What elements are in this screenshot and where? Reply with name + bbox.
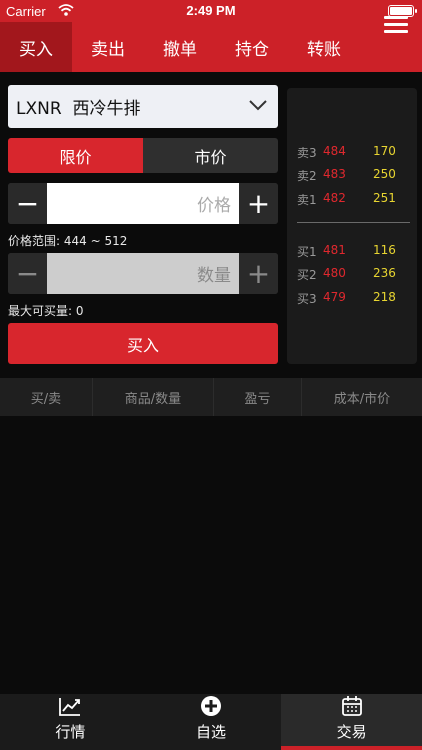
- price-range: 价格范围: 444 ~ 512: [8, 234, 128, 248]
- limit-price-option[interactable]: 限价: [8, 138, 143, 173]
- chart-icon: [59, 698, 81, 716]
- buy-button[interactable]: 买入: [8, 323, 278, 364]
- price-increment-button[interactable]: +: [239, 183, 278, 224]
- quantity-stepper: − 数量 +: [8, 253, 278, 294]
- tab-buy[interactable]: 买入: [0, 22, 72, 72]
- order-book-divider: [297, 222, 410, 223]
- price-input[interactable]: 价格: [47, 183, 239, 224]
- chevron-down-icon: [249, 100, 267, 111]
- quantity-increment-button[interactable]: +: [239, 253, 278, 294]
- ask-row: 卖3 484 170: [297, 144, 396, 160]
- status-bar: Carrier 2:49 PM: [0, 0, 422, 22]
- status-time: 2:49 PM: [186, 3, 236, 18]
- ask-row: 卖1 482 251: [297, 191, 396, 207]
- bid-row: 买3 479 218: [297, 290, 396, 306]
- nav-trade-label: 交易: [336, 723, 367, 741]
- tab-cancel-order[interactable]: 撤单: [144, 22, 216, 72]
- holdings-table-header: 买/卖 商品/数量 盈亏 成本/市价: [0, 378, 422, 416]
- calendar-icon: [341, 696, 362, 716]
- max-buy-quantity: 最大可买量: 0: [8, 304, 84, 318]
- tab-transfer[interactable]: 转账: [288, 22, 360, 72]
- symbol-select[interactable]: LXNR 西冷牛排: [8, 85, 278, 128]
- quantity-decrement-button[interactable]: −: [8, 253, 47, 294]
- nav-watchlist-label: 自选: [196, 723, 227, 741]
- column-header-pnl: 盈亏: [214, 378, 302, 416]
- menu-icon[interactable]: [384, 16, 408, 34]
- bid-row: 买1 481 116: [297, 243, 396, 259]
- quantity-input[interactable]: 数量: [47, 253, 239, 294]
- ask-row: 卖2 483 250: [297, 167, 396, 183]
- bid-row: 买2 480 236: [297, 266, 396, 282]
- price-stepper: − 价格 +: [8, 183, 278, 224]
- bottom-nav: 行情 自选 交易: [0, 694, 422, 750]
- trade-tabs: 买入 卖出 撤单 持仓 转账: [0, 22, 422, 72]
- column-header-product-quantity: 商品/数量: [93, 378, 214, 416]
- price-type-toggle: 限价 市价: [8, 138, 278, 173]
- app-header: Carrier 2:49 PM 买入 卖出 撤单 持仓 转账: [0, 0, 422, 72]
- price-decrement-button[interactable]: −: [8, 183, 47, 224]
- column-header-cost-market: 成本/市价: [333, 391, 391, 407]
- add-circle-icon: [201, 696, 221, 716]
- nav-quotes[interactable]: 行情: [0, 694, 141, 750]
- tab-positions[interactable]: 持仓: [216, 22, 288, 72]
- symbol-label: LXNR 西冷牛排: [16, 99, 141, 119]
- market-price-option[interactable]: 市价: [143, 138, 278, 173]
- nav-quotes-label: 行情: [55, 723, 86, 741]
- nav-watchlist[interactable]: 自选: [141, 694, 282, 750]
- column-header-side: 买/卖: [0, 378, 93, 416]
- tab-sell[interactable]: 卖出: [72, 22, 144, 72]
- nav-trade[interactable]: 交易: [281, 694, 422, 750]
- order-book: 卖3 484 170 卖2 483 250 卖1 482 251 买1 481 …: [287, 88, 417, 364]
